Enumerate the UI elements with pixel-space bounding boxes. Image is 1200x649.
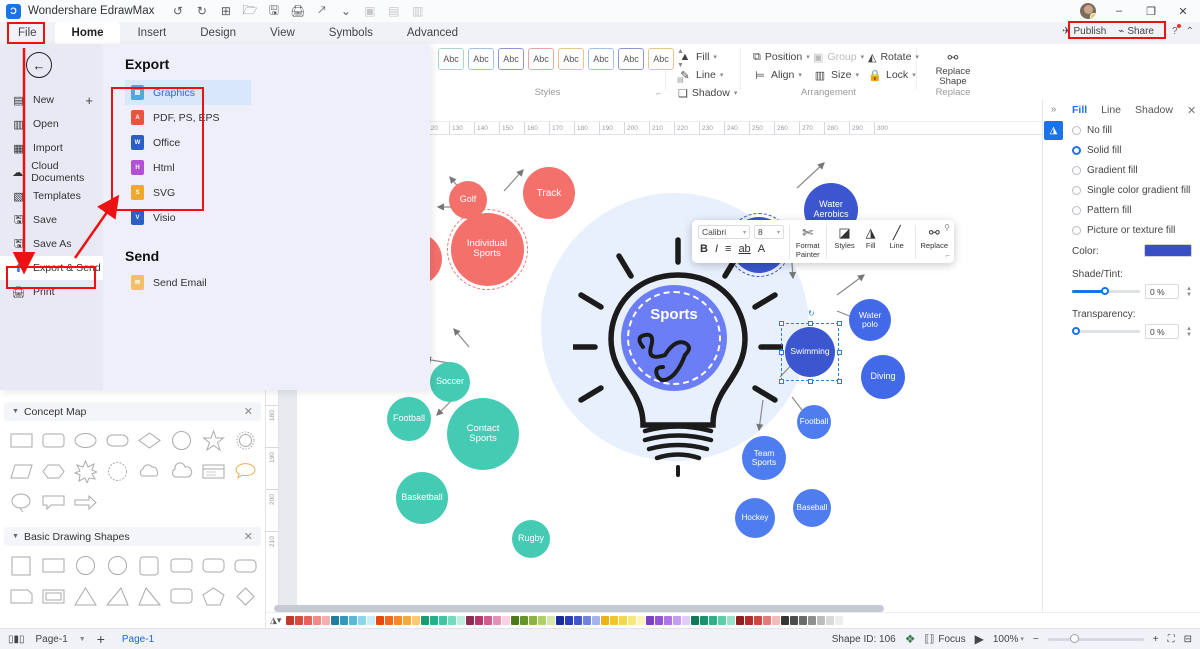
annotation-arrows bbox=[12, 48, 120, 275]
